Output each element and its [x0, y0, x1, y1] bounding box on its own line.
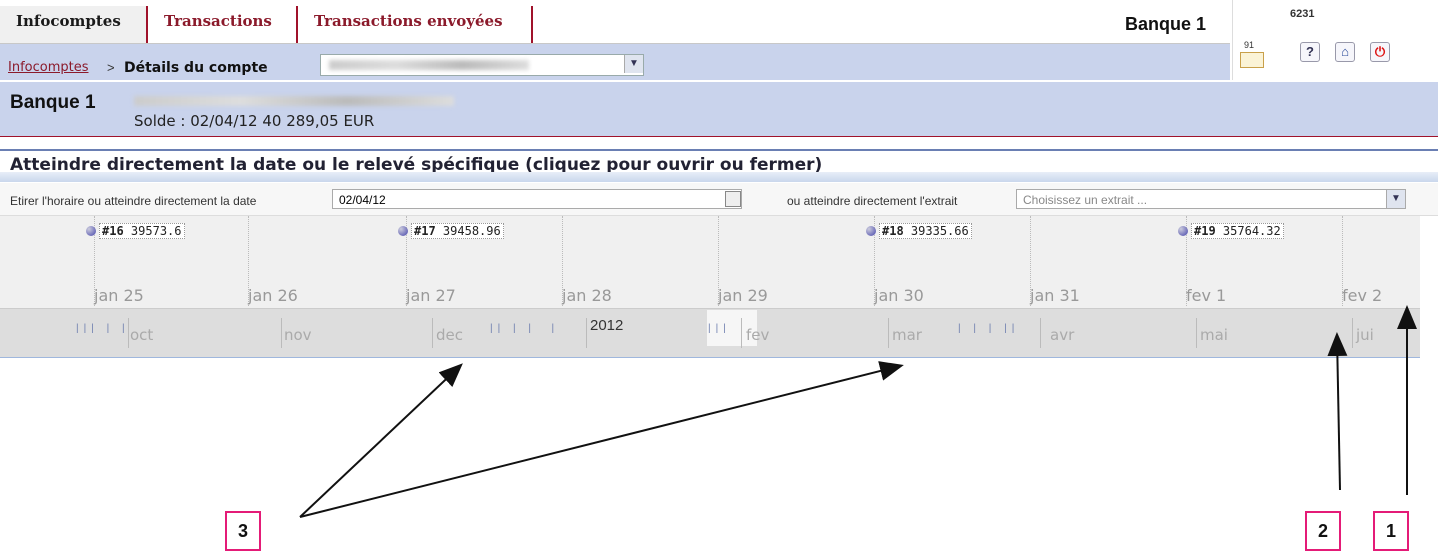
callout-3: 3: [225, 511, 261, 551]
arrow-2: [1327, 332, 1348, 491]
annotation-arrows: [299, 305, 1417, 518]
arrow-3b: [299, 361, 904, 518]
callout-1: 1: [1373, 511, 1409, 551]
arrow-3a: [299, 363, 463, 518]
callout-2: 2: [1305, 511, 1341, 551]
